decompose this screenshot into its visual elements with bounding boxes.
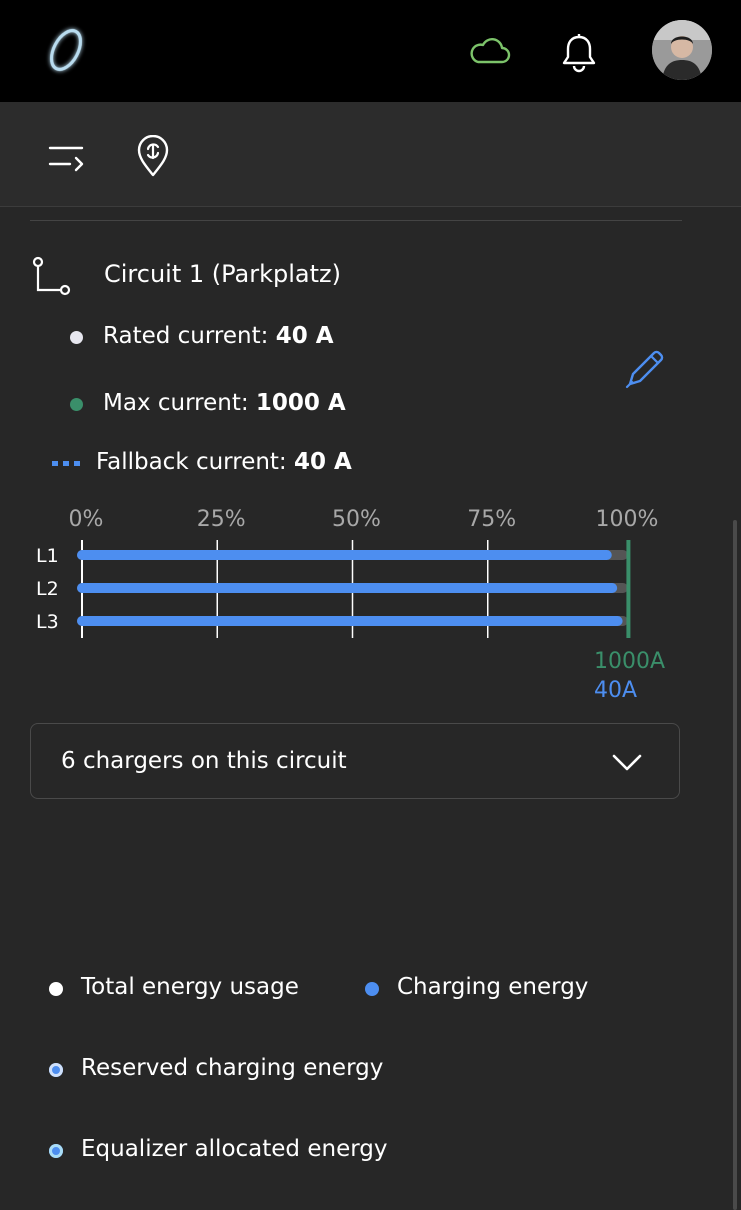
- reserved-energy-label: Reserved charging energy: [81, 1055, 384, 1081]
- category-label: L3: [36, 611, 59, 633]
- menu-collapse-icon[interactable]: [48, 142, 86, 172]
- total-energy-label: Total energy usage: [81, 974, 299, 1000]
- chargers-dropdown[interactable]: 6 chargers on this circuit: [30, 723, 680, 799]
- max-current-label: Max current:: [103, 390, 256, 416]
- cloud-icon[interactable]: [468, 36, 512, 66]
- x-tick-label: 75%: [467, 507, 516, 532]
- phase-current-chart: 0% 25% 50% 75% 100% L1 L2 L3 1000A 40A: [36, 507, 665, 703]
- category-label: L2: [36, 578, 59, 600]
- chargers-dropdown-label: 6 chargers on this circuit: [61, 748, 347, 774]
- rated-current-dot: [70, 331, 83, 344]
- fallback-current: Fallback current: 40 A: [96, 449, 352, 475]
- circuit-icon: [32, 256, 71, 296]
- max-current-dot: [70, 398, 83, 411]
- x-tick-label: 25%: [197, 507, 246, 532]
- toolbar: [0, 102, 741, 207]
- chevron-down-icon: [612, 754, 642, 771]
- x-tick-label: 50%: [332, 507, 381, 532]
- avatar-image: [652, 20, 712, 80]
- avatar[interactable]: [652, 20, 712, 80]
- logo[interactable]: [42, 24, 90, 76]
- rated-current-label: Rated current:: [103, 323, 276, 349]
- reserved-energy-dot: [49, 1063, 63, 1077]
- fallback-current-marker-label: 40A: [594, 678, 637, 703]
- divider: [30, 220, 682, 221]
- rated-current: Rated current: 40 A: [103, 323, 334, 349]
- fallback-dashes-icon: [52, 461, 80, 466]
- equalizer-energy-dot: [49, 1144, 63, 1158]
- charging-energy-dot: [365, 982, 379, 996]
- fallback-current-value: 40 A: [294, 449, 352, 475]
- circuit-title: Circuit 1 (Parkplatz): [104, 260, 341, 288]
- max-current: Max current: 1000 A: [103, 390, 346, 416]
- fallback-current-label: Fallback current:: [96, 449, 294, 475]
- edit-pencil-icon[interactable]: [624, 348, 666, 390]
- charging-energy-label: Charging energy: [397, 974, 589, 1000]
- max-current-value: 1000 A: [255, 390, 346, 416]
- top-bar: [0, 0, 741, 102]
- max-current-marker-label: 1000A: [594, 649, 665, 674]
- rated-current-value: 40 A: [275, 323, 334, 349]
- location-pin-icon[interactable]: [136, 135, 170, 177]
- scrollbar[interactable]: [733, 520, 737, 1210]
- equalizer-energy-label: Equalizer allocated energy: [81, 1136, 388, 1162]
- x-tick-label: 0%: [69, 507, 104, 532]
- category-label: L1: [36, 545, 59, 567]
- total-energy-dot: [49, 982, 63, 996]
- bell-icon[interactable]: [560, 33, 598, 73]
- x-tick-label: 100%: [596, 507, 659, 532]
